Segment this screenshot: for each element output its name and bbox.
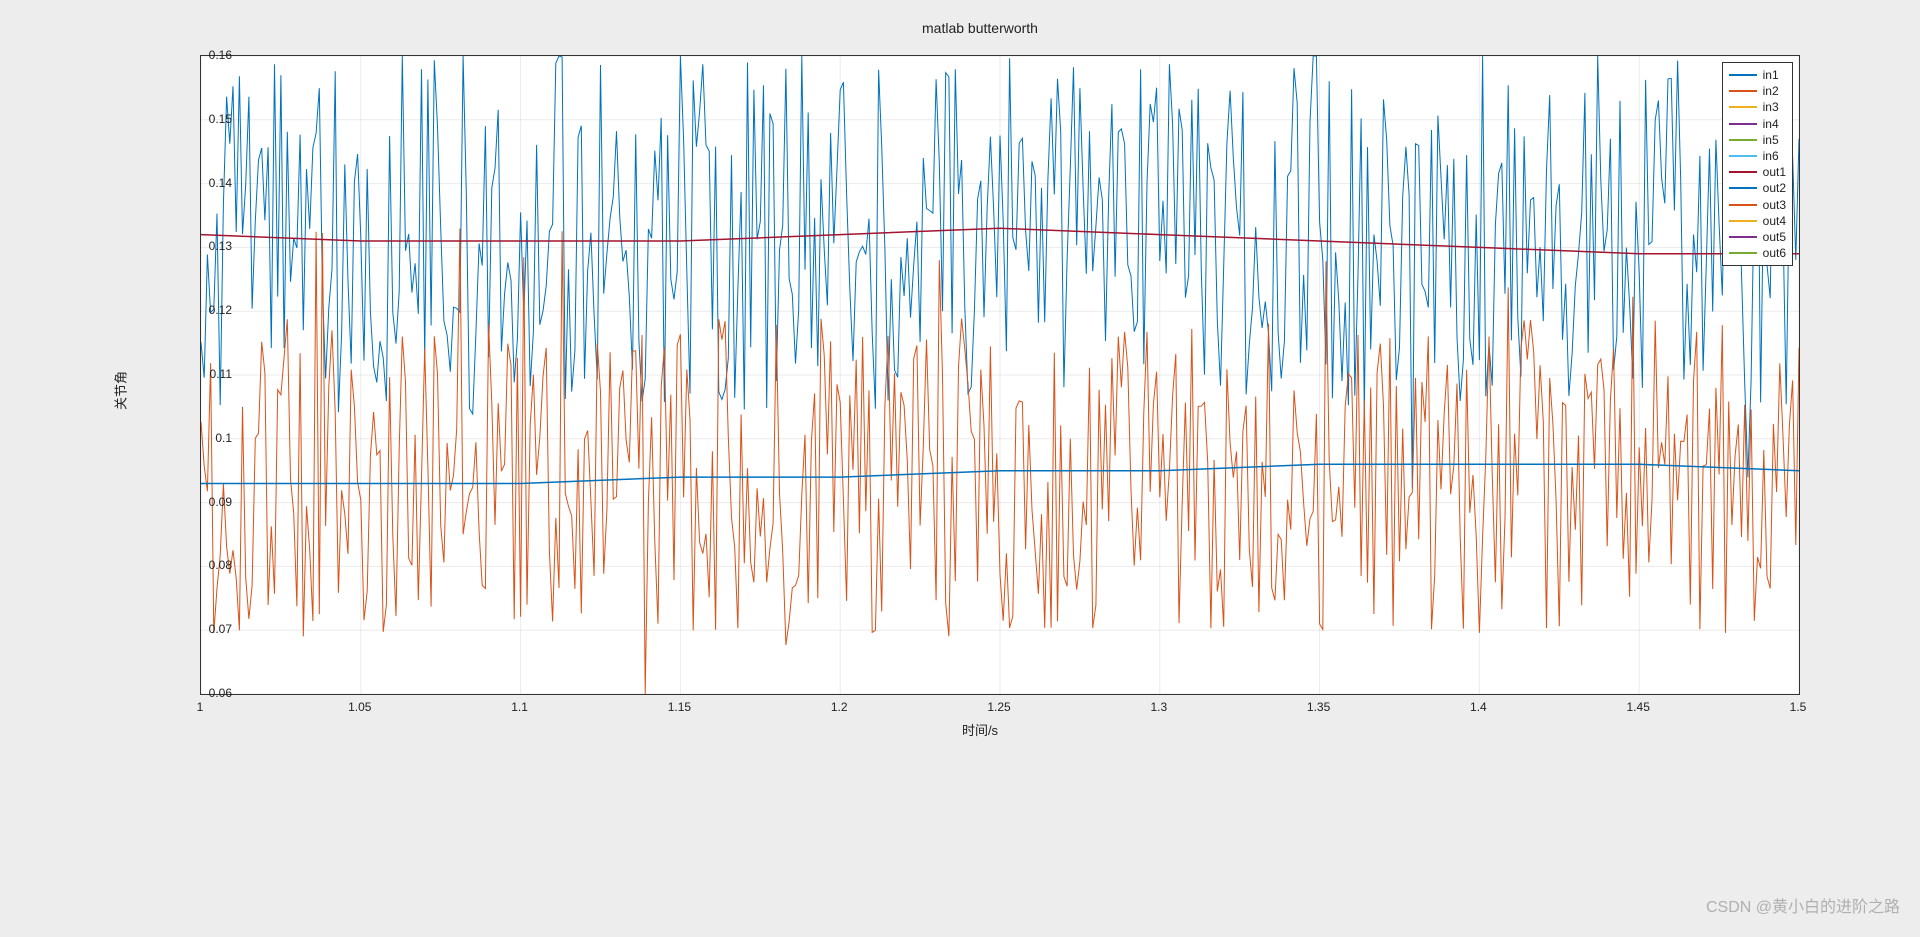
legend-item: in5 bbox=[1729, 132, 1786, 148]
legend-label: in4 bbox=[1763, 116, 1779, 132]
plot-area: in1in2in3in4in5in6out1out2out3out4out5ou… bbox=[200, 55, 1800, 695]
y-tick: 0.1 bbox=[172, 431, 232, 445]
x-tick: 1.05 bbox=[348, 700, 371, 714]
y-axis-label: 关节角 bbox=[111, 371, 130, 410]
legend-swatch bbox=[1729, 123, 1757, 125]
legend-item: in6 bbox=[1729, 148, 1786, 164]
legend-label: out4 bbox=[1763, 213, 1786, 229]
legend-swatch bbox=[1729, 90, 1757, 92]
legend-label: in2 bbox=[1763, 83, 1779, 99]
legend-label: in6 bbox=[1763, 148, 1779, 164]
plot-svg bbox=[201, 56, 1799, 694]
y-tick: 0.08 bbox=[172, 558, 232, 572]
legend-item: in4 bbox=[1729, 116, 1786, 132]
legend-swatch bbox=[1729, 187, 1757, 189]
legend-swatch bbox=[1729, 139, 1757, 141]
y-tick: 0.13 bbox=[172, 239, 232, 253]
x-tick: 1.5 bbox=[1790, 700, 1807, 714]
y-tick: 0.15 bbox=[172, 112, 232, 126]
legend-label: out3 bbox=[1763, 197, 1786, 213]
legend-label: in1 bbox=[1763, 67, 1779, 83]
y-tick: 0.11 bbox=[172, 367, 232, 381]
x-axis-label: 时间/s bbox=[120, 720, 1840, 739]
legend-swatch bbox=[1729, 236, 1757, 238]
legend-swatch bbox=[1729, 106, 1757, 108]
legend-label: in5 bbox=[1763, 132, 1779, 148]
chart-figure: matlab butterworth in1in2in3in4in5in6out… bbox=[120, 20, 1840, 800]
x-tick: 1.2 bbox=[831, 700, 848, 714]
legend-item: out4 bbox=[1729, 213, 1786, 229]
legend-swatch bbox=[1729, 204, 1757, 206]
y-tick: 0.06 bbox=[172, 686, 232, 700]
legend-label: out1 bbox=[1763, 164, 1786, 180]
legend-swatch bbox=[1729, 171, 1757, 173]
legend-item: out6 bbox=[1729, 245, 1786, 261]
x-tick: 1.1 bbox=[511, 700, 528, 714]
legend-item: in2 bbox=[1729, 83, 1786, 99]
y-tick: 0.16 bbox=[172, 48, 232, 62]
x-tick: 1 bbox=[197, 700, 204, 714]
y-tick: 0.09 bbox=[172, 495, 232, 509]
y-tick: 0.07 bbox=[172, 622, 232, 636]
legend-item: in1 bbox=[1729, 67, 1786, 83]
x-tick: 1.15 bbox=[668, 700, 691, 714]
x-tick: 1.4 bbox=[1470, 700, 1487, 714]
legend-label: in3 bbox=[1763, 99, 1779, 115]
chart-title: matlab butterworth bbox=[120, 20, 1840, 36]
legend-label: out6 bbox=[1763, 245, 1786, 261]
legend-item: out2 bbox=[1729, 180, 1786, 196]
legend-item: out3 bbox=[1729, 197, 1786, 213]
x-tick: 1.3 bbox=[1150, 700, 1167, 714]
csdn-watermark: CSDN @黄小白的进阶之路 bbox=[1706, 893, 1900, 917]
legend-item: out1 bbox=[1729, 164, 1786, 180]
legend-swatch bbox=[1729, 220, 1757, 222]
x-tick: 1.25 bbox=[987, 700, 1010, 714]
legend-swatch bbox=[1729, 74, 1757, 76]
legend-label: out5 bbox=[1763, 229, 1786, 245]
x-tick: 1.35 bbox=[1307, 700, 1330, 714]
legend-item: in3 bbox=[1729, 99, 1786, 115]
legend-label: out2 bbox=[1763, 180, 1786, 196]
y-tick: 0.12 bbox=[172, 303, 232, 317]
legend-swatch bbox=[1729, 155, 1757, 157]
y-tick: 0.14 bbox=[172, 176, 232, 190]
legend-item: out5 bbox=[1729, 229, 1786, 245]
x-tick: 1.45 bbox=[1627, 700, 1650, 714]
legend-box: in1in2in3in4in5in6out1out2out3out4out5ou… bbox=[1722, 62, 1793, 266]
legend-swatch bbox=[1729, 252, 1757, 254]
